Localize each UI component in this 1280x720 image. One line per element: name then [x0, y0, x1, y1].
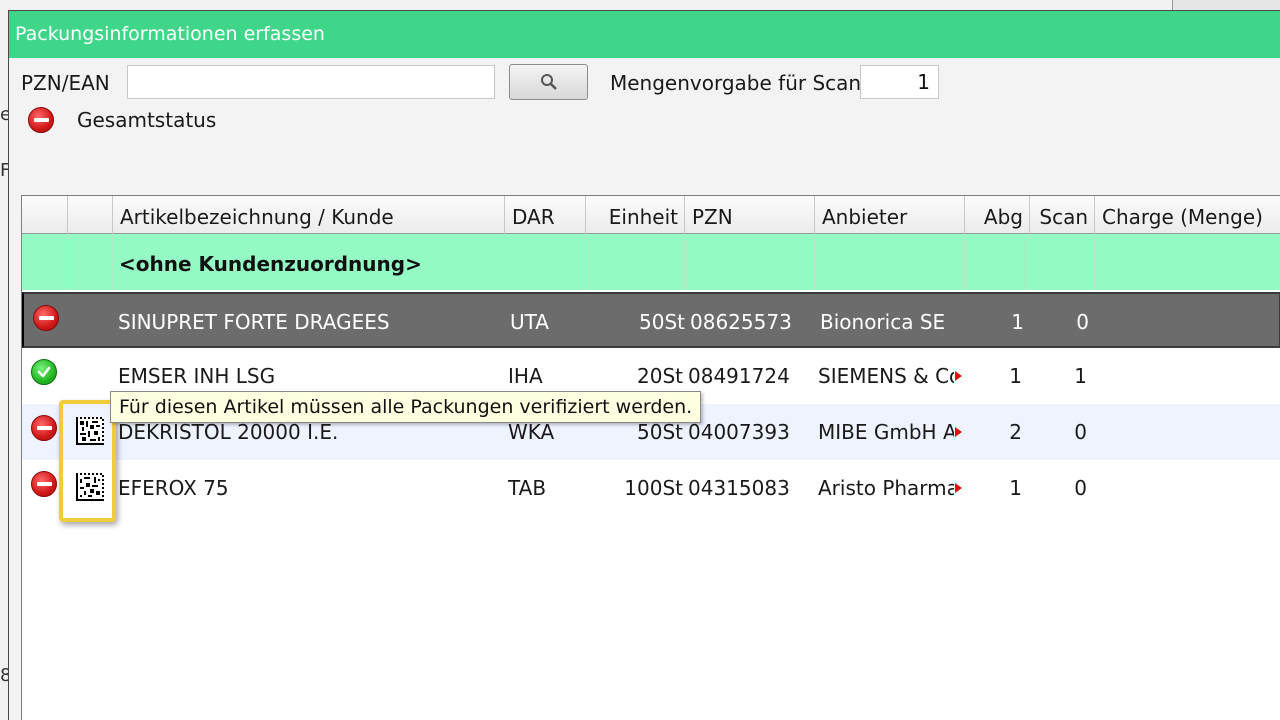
abg-cell: 1	[1011, 310, 1024, 334]
article-table: Artikelbezeichnung / Kunde DAR Einheit P…	[21, 195, 1280, 720]
title-bar[interactable]: Packungsinformationen erfassen	[9, 11, 1280, 58]
group-cell	[505, 234, 586, 290]
supplier-cell: Bionorica SE	[820, 310, 946, 334]
dar-cell: TAB	[508, 476, 547, 500]
scan-cell: 0	[1074, 476, 1087, 500]
dar-cell: WKA	[508, 420, 555, 444]
dar-cell: IHA	[508, 364, 543, 388]
table-row[interactable]: EFEROX 75 TAB 100St 04315083 Aristo Phar…	[22, 460, 1280, 516]
scan-cell: 0	[1076, 310, 1089, 334]
article-name: EMSER INH LSG	[118, 364, 276, 388]
unit-cell: 100St	[624, 476, 683, 500]
column-header-unit[interactable]: Einheit	[586, 196, 685, 234]
group-label: <ohne Kundenzuordnung>	[119, 252, 422, 276]
abg-cell: 2	[1009, 420, 1022, 444]
column-header-dar[interactable]: DAR	[505, 196, 586, 234]
window-title: Packungsinformationen erfassen	[15, 23, 325, 45]
pzn-ean-label: PZN/EAN	[21, 71, 110, 95]
truncation-arrow-icon	[955, 483, 962, 493]
overall-status-label: Gesamtstatus	[77, 108, 217, 132]
scan-cell: 0	[1074, 420, 1087, 444]
truncation-arrow-icon	[955, 371, 962, 381]
background-text-fragment: e	[0, 104, 8, 125]
checkmark-icon	[37, 366, 51, 378]
verification-highlight-box	[59, 400, 116, 522]
background-text-fragment: 8	[0, 665, 8, 686]
group-cell	[685, 234, 815, 290]
group-cell	[1030, 234, 1095, 290]
article-name: SINUPRET FORTE DRAGEES	[118, 310, 390, 334]
supplier-cell: MIBE GmbH Ar	[818, 420, 954, 444]
pzn-cell: 04007393	[688, 420, 790, 444]
overall-status-stop-icon	[28, 107, 54, 133]
packaging-dialog: Packungsinformationen erfassen PZN/EAN M…	[8, 10, 1280, 720]
column-header-status[interactable]	[22, 196, 68, 234]
table-header: Artikelbezeichnung / Kunde DAR Einheit P…	[22, 196, 1280, 234]
group-cell	[22, 234, 68, 290]
column-header-scan[interactable]: Scan	[1030, 196, 1095, 234]
pzn-cell: 08491724	[688, 364, 790, 388]
scan-quantity-label: Mengenvorgabe für Scan	[610, 71, 862, 95]
abg-cell: 1	[1009, 364, 1022, 388]
supplier-cell: Aristo Pharma	[818, 476, 954, 500]
abg-cell: 1	[1009, 476, 1022, 500]
group-cell	[815, 234, 965, 290]
stop-status-icon	[31, 471, 57, 497]
article-name: EFEROX 75	[118, 476, 229, 500]
verification-tooltip: Für diesen Artikel müssen alle Packungen…	[110, 391, 702, 423]
check-status-icon	[31, 359, 57, 385]
group-cell	[965, 234, 1030, 290]
group-cell	[68, 234, 113, 290]
supplier-cell: SIEMENS & Co	[818, 364, 954, 388]
pzn-cell: 08625573	[690, 310, 792, 334]
column-header-abg[interactable]: Abg	[965, 196, 1030, 234]
magnifier-icon	[540, 74, 557, 90]
column-header-article[interactable]: Artikelbezeichnung / Kunde	[113, 196, 505, 234]
group-row[interactable]: <ohne Kundenzuordnung>	[22, 234, 1280, 290]
group-cell	[586, 234, 685, 290]
column-header-supplier[interactable]: Anbieter	[815, 196, 965, 234]
search-button[interactable]	[509, 64, 588, 100]
scan-quantity-input[interactable]	[860, 65, 939, 99]
unit-cell: 20St	[637, 364, 683, 388]
column-header-charge[interactable]: Charge (Menge)	[1095, 196, 1280, 234]
stop-status-icon	[33, 305, 59, 331]
article-name: DEKRISTOL 20000 I.E.	[118, 420, 339, 444]
background-window-edge	[1172, 0, 1280, 10]
truncation-arrow-icon	[955, 427, 962, 437]
column-header-verify[interactable]	[68, 196, 113, 234]
table-row[interactable]: SINUPRET FORTE DRAGEES UTA 50St 08625573…	[22, 292, 1280, 348]
unit-cell: 50St	[637, 420, 683, 444]
pzn-ean-input[interactable]	[127, 65, 495, 99]
pzn-cell: 04315083	[688, 476, 790, 500]
background-text-fragment: F	[0, 160, 8, 181]
scan-cell: 1	[1074, 364, 1087, 388]
dar-cell: UTA	[510, 310, 549, 334]
unit-cell: 50St	[639, 310, 685, 334]
dialog-content: PZN/EAN Mengenvorgabe für Scan Gesamtsta…	[9, 58, 1280, 720]
column-header-pzn[interactable]: PZN	[685, 196, 815, 234]
stop-status-icon	[31, 415, 57, 441]
